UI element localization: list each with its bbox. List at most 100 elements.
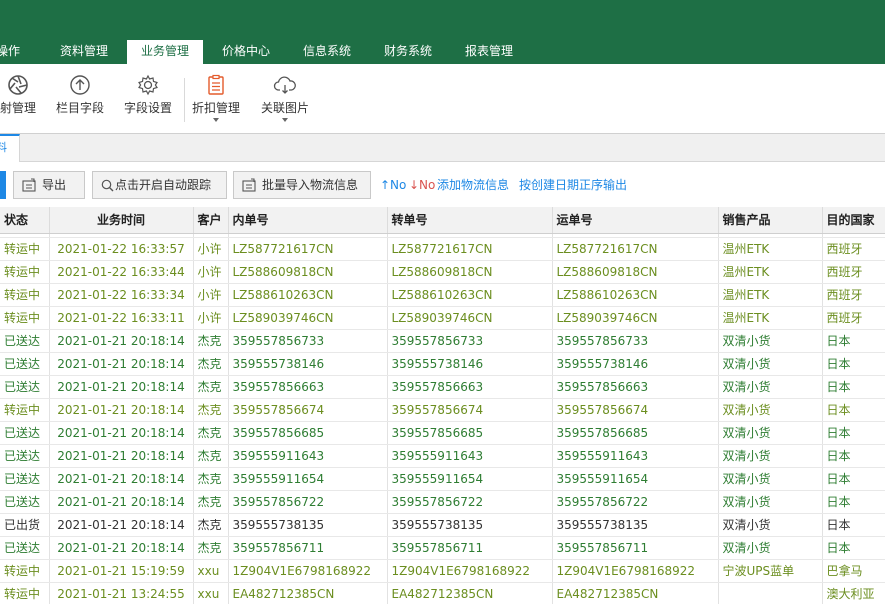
cell-customer: 小许 bbox=[193, 260, 229, 284]
cell-business-time: 2021-01-21 20:18:14 bbox=[49, 421, 194, 445]
menu-item-info-system[interactable]: 信息系统 bbox=[303, 40, 351, 64]
main-menu-bar: 操作 资料管理 业务管理 价格中心 信息系统 财务系统 报表管理 bbox=[0, 40, 885, 64]
cell-inner-no: 359557856733 bbox=[228, 329, 388, 353]
cell-inner-no: 1Z904V1E6798168922 bbox=[228, 559, 388, 583]
export-button[interactable]: 导出 bbox=[13, 171, 85, 199]
ribbon-label: 字段设置 bbox=[123, 101, 172, 115]
ribbon-mapping-button[interactable]: 射管理 bbox=[0, 74, 40, 130]
cell-country: 日本 bbox=[822, 352, 885, 376]
sort-descending-link[interactable]: ↓No bbox=[409, 171, 435, 199]
ribbon-label: 折扣管理 bbox=[191, 101, 240, 115]
cell-waybill-no: 359557856674 bbox=[552, 398, 719, 422]
column-header-inner-no[interactable]: 内单号 bbox=[228, 207, 388, 234]
auto-tracking-button[interactable]: 点击开启自动跟踪 bbox=[92, 171, 227, 199]
cell-status: 已送达 bbox=[0, 536, 50, 560]
table-row[interactable]: 转运中 2021-01-21 15:19:59 xxu 1Z904V1E6798168… bbox=[0, 559, 885, 583]
table-row[interactable]: 转运中 2021-01-22 16:33:44 小许 LZ588609818CN LZ5… bbox=[0, 260, 885, 284]
cell-transfer-no: 359555911654 bbox=[387, 467, 553, 491]
cell-waybill-no: 359555738135 bbox=[552, 513, 719, 537]
sort-ascending-link[interactable]: ↑No bbox=[380, 171, 406, 199]
cell-waybill-no: LZ588609818CN bbox=[552, 260, 719, 284]
column-header-customer[interactable]: 客户 bbox=[193, 207, 229, 234]
menu-item-data-management[interactable]: 资料管理 bbox=[60, 40, 108, 64]
cell-status: 转运中 bbox=[0, 306, 50, 330]
menu-item-operation[interactable]: 操作 bbox=[0, 40, 20, 64]
table-row[interactable]: 已送达 2021-01-21 20:18:14 杰克 359557856733 3595… bbox=[0, 329, 885, 353]
cell-customer: 杰克 bbox=[193, 375, 229, 399]
menu-item-price-center[interactable]: 价格中心 bbox=[222, 40, 270, 64]
ribbon-linked-images-button[interactable]: 关联图片 bbox=[259, 74, 311, 130]
cell-business-time: 2021-01-21 20:18:14 bbox=[49, 513, 194, 537]
table-row[interactable]: 已送达 2021-01-21 20:18:14 杰克 359557856685 3595… bbox=[0, 421, 885, 445]
cell-product: 双清小货 bbox=[718, 444, 823, 468]
cell-transfer-no: 359557856663 bbox=[387, 375, 553, 399]
cell-transfer-no: EA482712385CN bbox=[387, 582, 553, 604]
import-icon bbox=[242, 178, 256, 192]
table-row[interactable]: 已送达 2021-01-21 20:18:14 杰克 359555738146 3595… bbox=[0, 352, 885, 376]
column-header-status[interactable]: 状态 bbox=[0, 207, 50, 234]
table-row[interactable]: 已送达 2021-01-21 20:18:14 杰克 359555911643 3595… bbox=[0, 444, 885, 468]
cell-inner-no: 359555738135 bbox=[228, 513, 388, 537]
column-header-product[interactable]: 销售产品 bbox=[718, 207, 823, 234]
cell-waybill-no: 359557856685 bbox=[552, 421, 719, 445]
cell-country: 日本 bbox=[822, 444, 885, 468]
cell-business-time: 2021-01-21 20:18:14 bbox=[49, 329, 194, 353]
ribbon-field-settings-button[interactable]: 字段设置 bbox=[122, 74, 174, 130]
chevron-down-icon bbox=[213, 118, 219, 122]
arrow-up-circle-icon bbox=[70, 75, 90, 95]
table-row[interactable]: 已送达 2021-01-21 20:18:14 杰克 359557856722 3595… bbox=[0, 490, 885, 514]
cell-waybill-no: 359555738146 bbox=[552, 352, 719, 376]
menu-item-report-management[interactable]: 报表管理 bbox=[465, 40, 513, 64]
add-logistics-link[interactable]: 添加物流信息 bbox=[437, 171, 509, 199]
table-row[interactable]: 转运中 2021-01-22 16:33:34 小许 LZ588610263CN LZ5… bbox=[0, 283, 885, 307]
ribbon-discount-management-button[interactable]: 折扣管理 bbox=[190, 74, 242, 130]
cell-product: 双清小货 bbox=[718, 467, 823, 491]
sort-by-created-date-link[interactable]: 按创建日期正序输出 bbox=[519, 171, 627, 199]
column-header-business-time[interactable]: 业务时间 bbox=[49, 207, 194, 234]
cell-status: 转运中 bbox=[0, 283, 50, 307]
orders-grid: 状态 业务时间 客户 内单号 转单号 运单号 销售产品 目的国家 转运中 2021… bbox=[0, 207, 885, 604]
cell-customer: 杰克 bbox=[193, 444, 229, 468]
cell-waybill-no: 359555911643 bbox=[552, 444, 719, 468]
cell-product: 温州ETK bbox=[718, 306, 823, 330]
menu-item-finance-system[interactable]: 财务系统 bbox=[384, 40, 432, 64]
cell-business-time: 2021-01-21 13:24:55 bbox=[49, 582, 194, 604]
column-header-waybill-no[interactable]: 运单号 bbox=[552, 207, 719, 234]
primary-action-button[interactable] bbox=[0, 171, 6, 199]
aperture-icon bbox=[8, 75, 28, 95]
cell-waybill-no: 359557856722 bbox=[552, 490, 719, 514]
table-row[interactable]: 已出货 2021-01-21 20:18:14 杰克 359555738135 3595… bbox=[0, 513, 885, 537]
cell-transfer-no: 359555738135 bbox=[387, 513, 553, 537]
cell-customer: 杰克 bbox=[193, 398, 229, 422]
cell-customer: 杰克 bbox=[193, 352, 229, 376]
cell-waybill-no: 1Z904V1E6798168922 bbox=[552, 559, 719, 583]
ribbon-column-fields-button[interactable]: 栏目字段 bbox=[55, 74, 105, 130]
export-icon bbox=[22, 178, 36, 192]
table-row[interactable]: 已送达 2021-01-21 20:18:14 杰克 359557856711 3595… bbox=[0, 536, 885, 560]
table-row[interactable]: 已送达 2021-01-21 20:18:14 杰克 359557856663 3595… bbox=[0, 375, 885, 399]
table-row[interactable]: 转运中 2021-01-21 13:24:55 xxu EA482712385CN EA… bbox=[0, 582, 885, 604]
cell-status: 已送达 bbox=[0, 421, 50, 445]
cell-country: 日本 bbox=[822, 398, 885, 422]
table-row[interactable]: 转运中 2021-01-22 16:33:57 小许 LZ587721617CN LZ5… bbox=[0, 237, 885, 261]
cell-inner-no: 359557856674 bbox=[228, 398, 388, 422]
batch-import-label: 批量导入物流信息 bbox=[262, 178, 359, 192]
cell-customer: 杰克 bbox=[193, 329, 229, 353]
menu-item-business-management[interactable]: 业务管理 bbox=[127, 40, 204, 64]
cell-customer: 小许 bbox=[193, 237, 229, 261]
column-header-country[interactable]: 目的国家 bbox=[822, 207, 885, 234]
cell-product: 双清小货 bbox=[718, 352, 823, 376]
table-row[interactable]: 已送达 2021-01-21 20:18:14 杰克 359555911654 3595… bbox=[0, 467, 885, 491]
cell-country: 西班牙 bbox=[822, 306, 885, 330]
batch-import-logistics-button[interactable]: 批量导入物流信息 bbox=[233, 171, 371, 199]
cell-transfer-no: LZ589039746CN bbox=[387, 306, 553, 330]
column-header-transfer-no[interactable]: 转单号 bbox=[387, 207, 553, 234]
cell-customer: 杰克 bbox=[193, 513, 229, 537]
table-row[interactable]: 转运中 2021-01-22 16:33:11 小许 LZ589039746CN LZ5… bbox=[0, 306, 885, 330]
cell-transfer-no: 359557856685 bbox=[387, 421, 553, 445]
cell-transfer-no: 359557856674 bbox=[387, 398, 553, 422]
tab-current[interactable]: 料 bbox=[0, 134, 20, 162]
table-row[interactable]: 转运中 2021-01-21 20:18:14 杰克 359557856674 3595… bbox=[0, 398, 885, 422]
cell-business-time: 2021-01-21 20:18:14 bbox=[49, 467, 194, 491]
cell-product: 宁波UPS蓝单 bbox=[718, 559, 823, 583]
